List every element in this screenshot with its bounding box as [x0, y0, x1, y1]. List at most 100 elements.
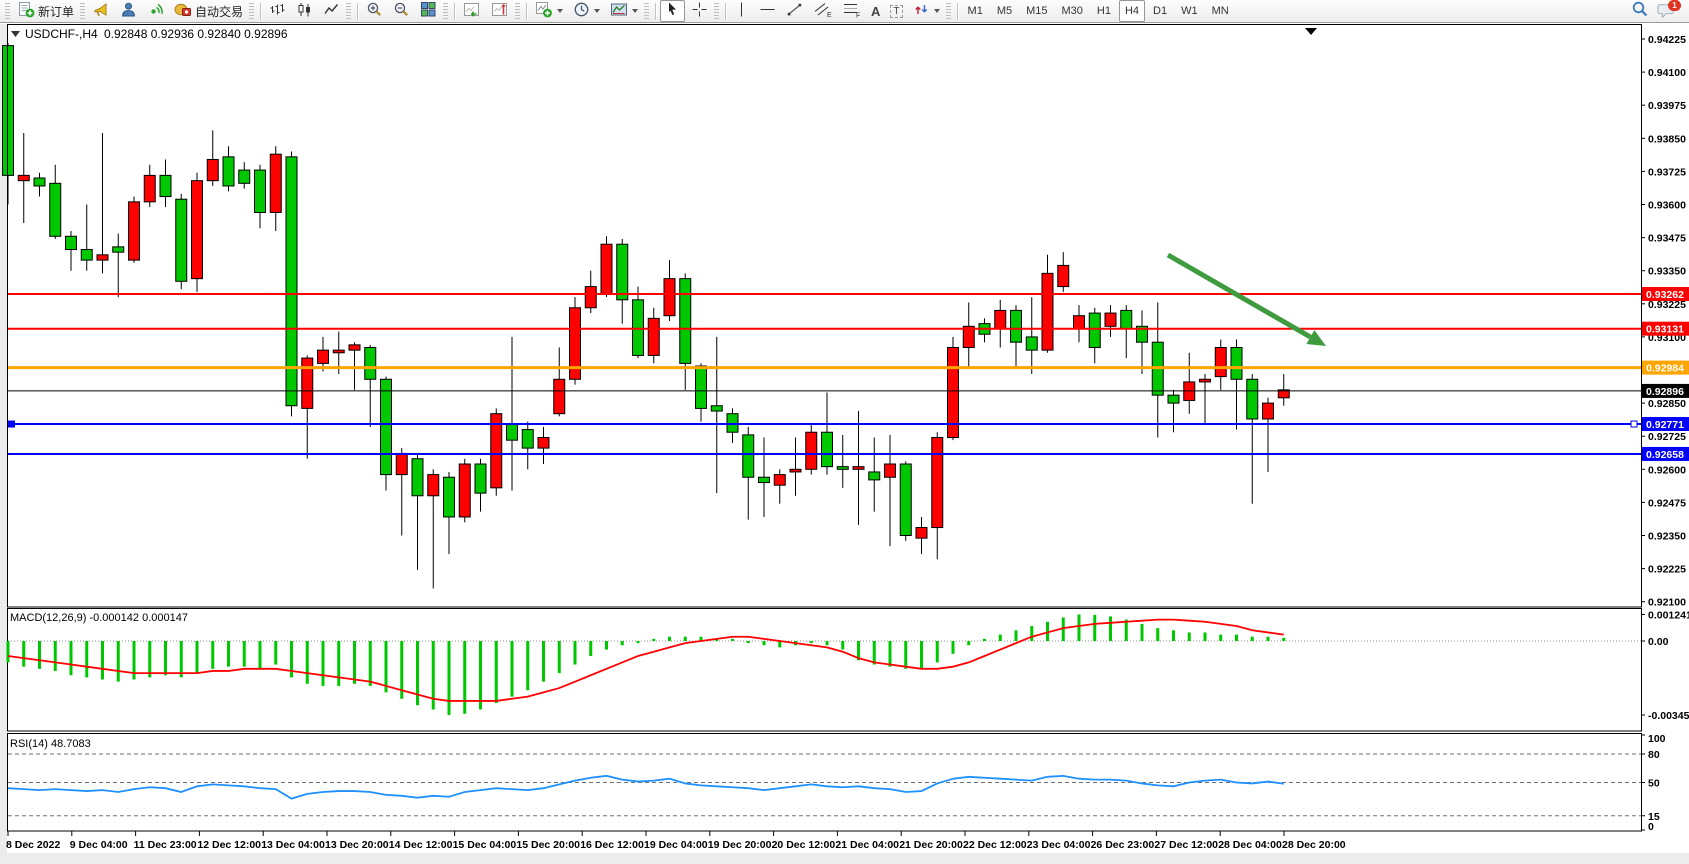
tile-windows-icon — [420, 1, 437, 21]
candle-body — [1042, 273, 1053, 350]
chart-canvas[interactable]: 0.942250.941000.939750.938500.937250.936… — [0, 23, 1689, 859]
timeframe-button-W1[interactable]: W1 — [1175, 0, 1204, 22]
toolbar-grip[interactable] — [714, 3, 719, 19]
line-anchor-marker[interactable] — [8, 421, 15, 428]
zoom-out-button[interactable] — [389, 0, 414, 22]
macd-signal-line — [8, 620, 1284, 701]
toolbar-grip[interactable] — [644, 3, 649, 19]
timeframe-button-M15[interactable]: M15 — [1020, 0, 1053, 22]
candle-body — [255, 170, 266, 212]
timeframe-button-H4[interactable]: H4 — [1119, 0, 1145, 22]
text-label-tool-button[interactable]: T — [886, 0, 906, 22]
toolbar-grip[interactable] — [80, 3, 85, 19]
macd-histogram-bar — [731, 639, 734, 641]
chart-title-ohlc: 0.92848 0.92936 0.92840 0.92896 — [104, 27, 288, 41]
tile-windows-button[interactable] — [416, 0, 441, 22]
arrows-tool-button[interactable] — [909, 0, 944, 22]
timeframe-button-D1[interactable]: D1 — [1147, 0, 1173, 22]
candle-body — [696, 366, 707, 408]
date-axis-label: 9 Dec 04:00 — [70, 839, 128, 851]
timeframe-button-M5[interactable]: M5 — [991, 0, 1018, 22]
indicators-button[interactable] — [531, 0, 567, 22]
zoom-in-button[interactable] — [362, 0, 387, 22]
signals-button[interactable] — [143, 0, 168, 22]
line-anchor-marker[interactable] — [1631, 421, 1637, 427]
text-tool-button[interactable]: A — [867, 0, 884, 22]
arrows-icon — [913, 1, 930, 21]
timeframe-button-H1[interactable]: H1 — [1091, 0, 1117, 22]
price-axis-label: 0.92225 — [1648, 564, 1686, 576]
candle-body — [192, 181, 203, 279]
line-chart-mode-button[interactable] — [319, 0, 344, 22]
macd-histogram-bar — [196, 641, 199, 673]
macd-histogram-bar — [810, 641, 813, 643]
price-axis-label: 0.93725 — [1648, 166, 1686, 178]
trend-arrow-annotation[interactable] — [1168, 255, 1310, 337]
candle-body — [176, 199, 187, 281]
autotrading-button[interactable]: 自动交易 — [170, 0, 247, 22]
candle-body — [207, 159, 218, 180]
equidistant-channel-tool-button[interactable]: E — [809, 0, 836, 22]
candle-body — [554, 379, 565, 413]
symbol-dropdown-icon[interactable] — [11, 31, 20, 37]
price-axis-label: 0.92725 — [1648, 431, 1686, 443]
date-axis-label: 28 Dec 20:00 — [1282, 839, 1346, 851]
candle-body — [270, 154, 281, 212]
new-order-label: 新订单 — [38, 3, 74, 20]
macd-histogram-bar — [1030, 626, 1033, 641]
cursor-tool-button[interactable] — [660, 0, 685, 22]
chevron-down-icon — [594, 9, 600, 13]
macd-histogram-bar — [1204, 632, 1207, 641]
trendline-tool-button[interactable] — [782, 0, 807, 22]
candle-body — [648, 318, 659, 355]
auto-scroll-button[interactable] — [459, 0, 485, 22]
fibonacci-tool-button[interactable]: F — [838, 0, 865, 22]
macd-histogram-bar — [652, 639, 655, 641]
candle-body — [1026, 337, 1037, 350]
bar-chart-mode-button[interactable] — [265, 0, 290, 22]
toolbar-grip[interactable] — [346, 3, 351, 19]
candle-body — [318, 350, 329, 363]
candle-body — [1121, 310, 1132, 329]
toolbar-grip[interactable] — [443, 3, 448, 19]
date-axis-label: 14 Dec 12:00 — [389, 839, 453, 851]
rsi-axis-label: 100 — [1648, 733, 1666, 745]
macd-histogram-bar — [920, 641, 923, 669]
timeframe-button-MN[interactable]: MN — [1206, 0, 1235, 22]
svg-text:E: E — [827, 12, 832, 18]
broadcast-button[interactable] — [89, 0, 114, 22]
timeframe-button-M30[interactable]: M30 — [1056, 0, 1089, 22]
candlestick-mode-button[interactable] — [292, 0, 317, 22]
new-order-button[interactable]: 新订单 — [14, 0, 78, 22]
timeframe-button-M1[interactable]: M1 — [962, 0, 989, 22]
template-button[interactable] — [606, 0, 642, 22]
line-chart-icon — [323, 1, 340, 21]
date-axis-label: 8 Dec 2022 — [6, 839, 60, 851]
chart-shift-icon — [491, 1, 509, 21]
candle-body — [774, 475, 785, 486]
chart-shift-button[interactable] — [487, 0, 513, 22]
candle-body — [1263, 403, 1274, 419]
macd-histogram-bar — [841, 641, 844, 650]
candle-body — [333, 350, 344, 353]
toolbar-grip[interactable] — [515, 3, 520, 19]
search-icon[interactable] — [1631, 0, 1649, 23]
candle-body — [680, 279, 691, 364]
horizontal-line-tool-button[interactable] — [755, 0, 780, 22]
price-axis-label: 0.93350 — [1648, 266, 1686, 278]
crosshair-tool-button[interactable] — [687, 0, 712, 22]
toolbar-grip[interactable] — [5, 3, 10, 19]
candle-body — [1200, 379, 1211, 382]
candle-body — [585, 287, 596, 308]
community-button[interactable] — [116, 0, 141, 22]
signal-icon — [147, 1, 164, 21]
vertical-line-tool-button[interactable] — [730, 0, 753, 22]
notifications-button[interactable]: 1 — [1657, 2, 1677, 20]
periods-button[interactable] — [569, 0, 604, 22]
macd-axis-label: 0.001241 — [1648, 609, 1689, 621]
cursor-icon — [664, 1, 681, 21]
chart-shift-marker[interactable] — [1305, 28, 1317, 35]
separator — [260, 3, 261, 20]
toolbar-grip[interactable] — [946, 3, 951, 19]
toolbar-grip[interactable] — [249, 3, 254, 19]
